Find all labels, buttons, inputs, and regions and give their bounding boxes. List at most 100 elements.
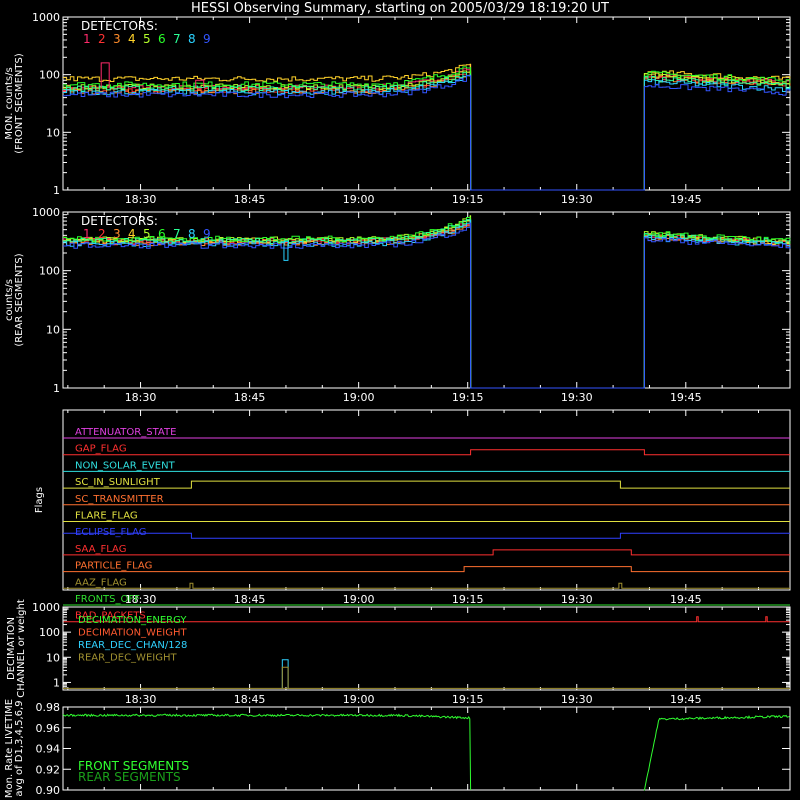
flag-label-sc_transmitter: SC_TRANSMITTER — [75, 494, 164, 505]
legend-entry-7: 7 — [173, 32, 181, 46]
y-tick-label: 0.94 — [36, 743, 61, 756]
legend-entry-7: 7 — [173, 227, 181, 241]
y-axis-label: (FRONT SEGMENTS) — [14, 53, 25, 154]
time-tick-label: 18:45 — [234, 693, 266, 706]
time-tick-label: 18:30 — [125, 193, 157, 206]
time-tick-label: 18:45 — [234, 593, 266, 606]
flag-row-attenuator_state: ATTENUATOR_STATE — [63, 427, 790, 439]
flag-label-non_solar_event: NON_SOLAR_EVENT — [75, 460, 176, 471]
flag-line-particle_flag — [63, 566, 790, 573]
legend-entry-4: 4 — [128, 227, 136, 241]
time-tick-label: 18:45 — [234, 193, 266, 206]
y-tick-label: 1000 — [32, 11, 60, 24]
y-tick-label: 1 — [53, 676, 60, 689]
time-tick-label: 19:15 — [452, 593, 484, 606]
y-tick-label: 100 — [39, 626, 60, 639]
legend-entry-2: 2 — [98, 32, 106, 46]
flag-line-eclipse_flag — [63, 532, 790, 539]
time-tick-label: 19:45 — [670, 193, 702, 206]
y-tick-label: 1 — [53, 382, 60, 395]
y-tick-label: 10 — [46, 651, 60, 664]
y-axis-label: Flags — [34, 487, 45, 513]
time-tick-label: 19:15 — [452, 391, 484, 404]
series-3 — [63, 224, 791, 389]
legend-title: DETECTORS: — [81, 214, 158, 228]
flag-row-particle_flag: PARTICLE_FLAG — [63, 561, 790, 573]
y-tick-label: 1000 — [32, 601, 60, 614]
flag-row-eclipse_flag: ECLIPSE_FLAG — [63, 527, 790, 539]
flag-row-aaz_flag: AAZ_FLAG — [63, 577, 790, 589]
flag-line-saa_flag — [63, 549, 790, 556]
flag-label-saa_flag: SAA_FLAG — [75, 544, 126, 555]
legend-entry-8: 8 — [188, 227, 196, 241]
y-tick-label: 10 — [46, 126, 60, 139]
series-line-3 — [63, 224, 791, 389]
flag-label-sc_in_sunlight: SC_IN_SUNLIGHT — [75, 477, 161, 488]
legend-entry-1: 1 — [83, 227, 91, 241]
y-tick-label: 0.98 — [36, 701, 61, 714]
flag-label-eclipse_flag: ECLIPSE_FLAG — [75, 527, 146, 538]
flag-label-particle_flag: PARTICLE_FLAG — [75, 561, 152, 572]
time-tick-label: 18:30 — [125, 693, 157, 706]
legend-entry-8: 8 — [188, 32, 196, 46]
time-tick-label: 19:30 — [561, 391, 593, 404]
series-line-7 — [63, 219, 791, 389]
time-tick-label: 19:45 — [670, 391, 702, 404]
decimation-pulse — [281, 666, 289, 689]
series-7 — [63, 219, 791, 389]
time-tick-label: 19:30 — [561, 593, 593, 606]
series-9 — [63, 222, 791, 389]
legend-entry-rear-segments: REAR SEGMENTS — [78, 770, 181, 784]
time-tick-label: 18:30 — [125, 391, 157, 404]
legend-entry-3: 3 — [113, 32, 121, 46]
legend-entry-rear-dec-weight: REAR_DEC_WEIGHT — [78, 653, 177, 664]
time-tick-label: 19:00 — [343, 693, 375, 706]
series-spike — [100, 62, 110, 88]
series-line-9 — [63, 75, 791, 191]
flag-row-non_solar_event: NON_SOLAR_EVENT — [63, 460, 790, 472]
y-tick-label: 0.90 — [36, 784, 61, 797]
flag-label-attenuator_state: ATTENUATOR_STATE — [75, 427, 176, 438]
legend-entry-2: 2 — [98, 227, 106, 241]
flag-row-flare_flag: FLARE_FLAG — [63, 511, 790, 522]
flag-row-sc_in_sunlight: SC_IN_SUNLIGHT — [63, 477, 790, 489]
flag-label-fronts_off: FRONTS_OFF — [75, 594, 140, 605]
legend-entry-1: 1 — [83, 32, 91, 46]
legend-entry-decimation-energy: DECIMATION_ENERGY — [78, 615, 187, 626]
legend-entry-9: 9 — [203, 32, 211, 46]
y-axis-label: avg of D1,3,4,5,6,9 — [14, 700, 25, 796]
time-tick-label: 19:00 — [343, 391, 375, 404]
flag-label-gap_flag: GAP_FLAG — [75, 444, 127, 455]
legend-entry-decimation-weight: DECIMATION_WEIGHT — [78, 628, 187, 639]
legend-entry-rear-dec-chan-128: REAR_DEC_CHAN/128 — [78, 640, 187, 651]
y-tick-label: 0.96 — [36, 722, 61, 735]
y-tick-label: 100 — [39, 69, 60, 82]
flag-label-aaz_flag: AAZ_FLAG — [75, 577, 127, 588]
y-tick-label: 100 — [39, 265, 60, 278]
flag-row-saa_flag: SAA_FLAG — [63, 544, 790, 556]
y-axis-label: CHANNEL or weight — [16, 599, 27, 698]
decimation-pulse — [281, 659, 289, 689]
series-line-9 — [63, 222, 791, 389]
y-tick-label: 1 — [53, 184, 60, 197]
time-tick-label: 19:45 — [670, 693, 702, 706]
time-tick-label: 19:00 — [343, 193, 375, 206]
time-tick-label: 19:00 — [343, 593, 375, 606]
flag-row-gap_flag: GAP_FLAG — [63, 444, 790, 456]
legend-entry-5: 5 — [143, 227, 151, 241]
time-tick-label: 19:45 — [670, 593, 702, 606]
time-tick-label: 19:30 — [561, 693, 593, 706]
y-tick-label: 1000 — [32, 206, 60, 219]
legend-entry-6: 6 — [158, 227, 166, 241]
flag-line-gap_flag — [63, 449, 790, 456]
legend-entry-4: 4 — [128, 32, 136, 46]
legend-entry-9: 9 — [203, 227, 211, 241]
legend-entry-3: 3 — [113, 227, 121, 241]
flag-line-sc_in_sunlight — [63, 480, 790, 489]
time-tick-label: 19:15 — [452, 693, 484, 706]
legend-title: DETECTORS: — [81, 19, 158, 33]
y-tick-label: 10 — [46, 323, 60, 336]
y-tick-label: 0.92 — [36, 763, 61, 776]
observing-summary-chart: 18:30 18:45 19:00 19:15 19:30 19:451101001000… — [4, 11, 791, 798]
time-tick-label: 18:45 — [234, 391, 266, 404]
